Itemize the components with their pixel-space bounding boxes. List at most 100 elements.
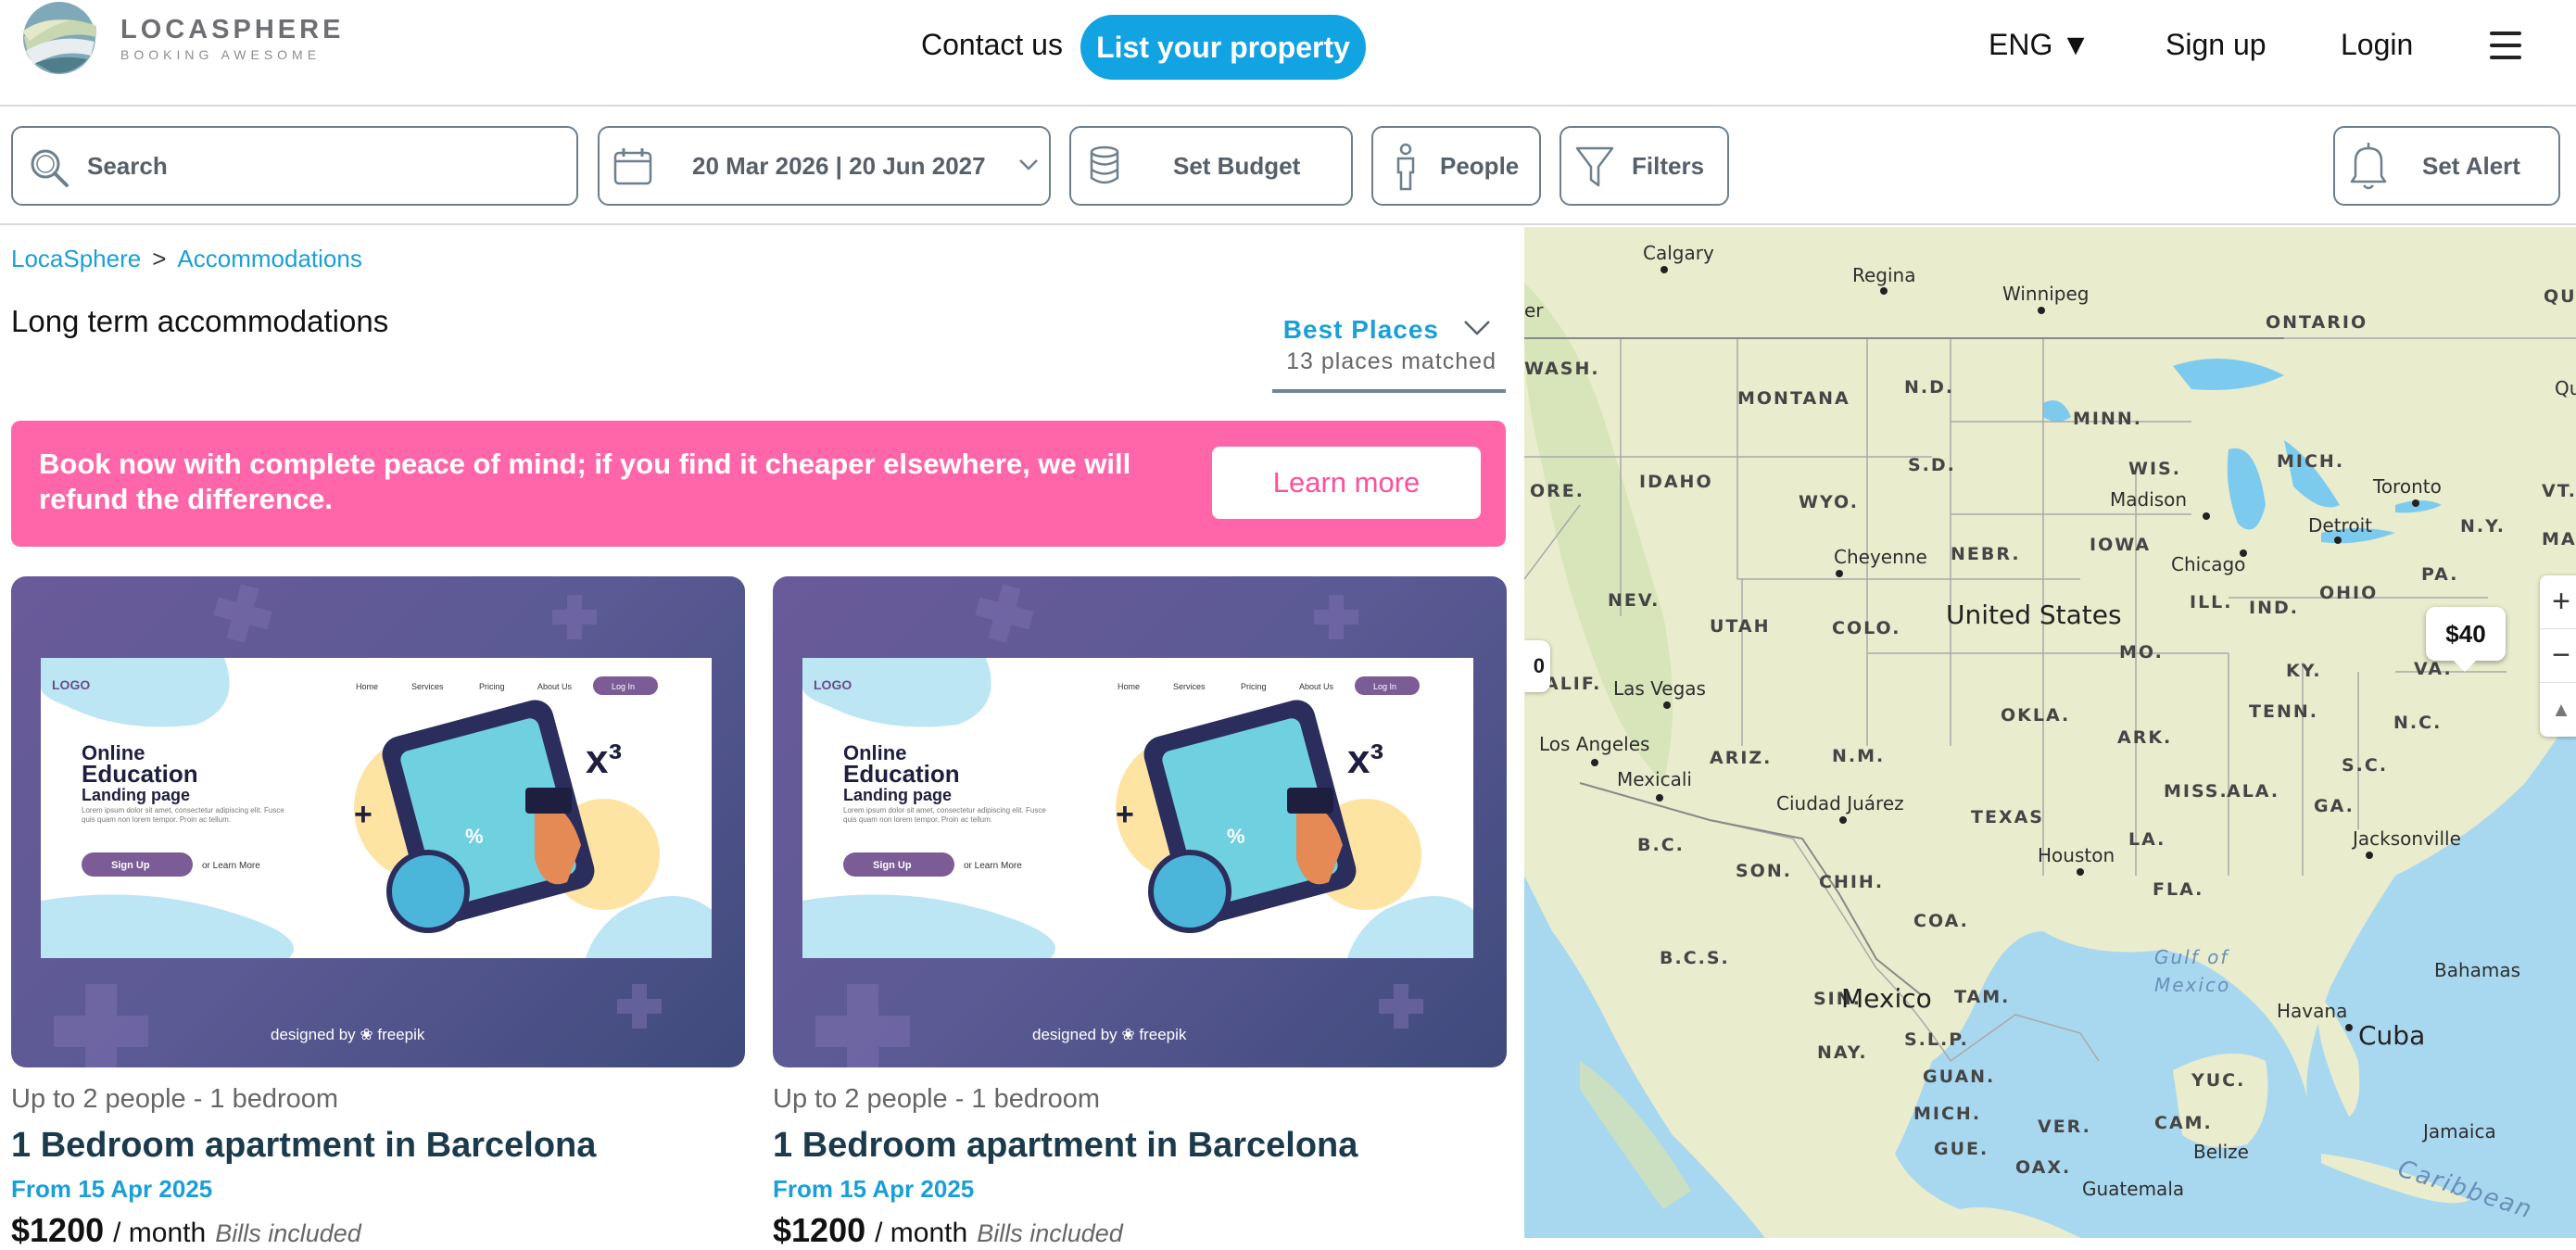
search-icon <box>31 149 69 187</box>
zoom-in-button[interactable]: + <box>2540 575 2576 629</box>
mock-nav-services: Services <box>1173 682 1206 691</box>
map-panel[interactable]: Calgary Regina Winnipeg ONTARIO QUÉ Qu e… <box>1524 227 2576 1238</box>
map-label: IOWA <box>2090 535 2152 555</box>
mock-headline-3: Landing page <box>843 786 952 804</box>
map-label: Qu <box>2555 377 2576 399</box>
zoom-out-button[interactable]: − <box>2540 629 2576 683</box>
city-dot <box>2038 307 2045 314</box>
chevron-down-icon <box>1019 159 1038 170</box>
mock-logo: LOGO <box>814 677 852 692</box>
listing-image[interactable]: x³ + % LOGO Home Services Pricing About … <box>11 576 745 1067</box>
mock-nav-login: Log In <box>612 682 635 691</box>
city-dot <box>2334 537 2342 544</box>
mock-nav-home: Home <box>1118 682 1140 691</box>
alert-label: Set Alert <box>2422 151 2520 180</box>
listing-card[interactable]: x³ + % LOGO Home Services Pricing About … <box>11 576 745 1250</box>
listing-card[interactable]: x³ + % LOGO Home Services Pricing About … <box>773 576 1507 1250</box>
map-label: Havana <box>2277 1000 2348 1022</box>
city-dot <box>1663 701 1671 709</box>
map-label: GUAN. <box>1923 1067 1996 1087</box>
map-label: MISS. <box>2164 781 2229 802</box>
city-dot <box>1656 794 1663 802</box>
map-label: IDAHO <box>1639 472 1713 492</box>
map-label: Toronto <box>2373 475 2442 498</box>
map-label: Belize <box>2193 1141 2249 1163</box>
breadcrumb-accommodations[interactable]: Accommodations <box>177 245 361 272</box>
offscreen-price-pin[interactable]: 0 <box>1524 640 1550 692</box>
map-label: NEV. <box>1608 590 1661 611</box>
login-link[interactable]: Login <box>2341 28 2413 62</box>
map-label: TAM. <box>1954 987 2011 1007</box>
map-label: Jamaica <box>2423 1120 2496 1143</box>
listing-availability: From 15 Apr 2025 <box>11 1175 213 1203</box>
map-label: Houston <box>2038 844 2115 866</box>
price-period: / month <box>113 1218 207 1248</box>
svg-text:+: + <box>1116 797 1134 832</box>
person-icon <box>1396 143 1415 191</box>
mock-nav-pricing: Pricing <box>1241 682 1267 691</box>
listing-title[interactable]: 1 Bedroom apartment in Barcelona <box>11 1126 745 1166</box>
people-button[interactable]: People <box>1371 126 1541 206</box>
learn-more-button[interactable]: Learn more <box>1212 447 1481 519</box>
city-dot <box>1591 759 1598 766</box>
results-count: 13 places matched <box>1286 348 1496 374</box>
filters-label: Filters <box>1632 151 1705 180</box>
image-credit: designed by ❀ freepik <box>1032 1026 1187 1043</box>
listing-price: $1200 / month Bills included <box>11 1211 745 1250</box>
map-price-pin[interactable]: $40 <box>2426 607 2506 672</box>
map-zoom-controls: + − ▲ <box>2540 575 2576 737</box>
city-dot <box>2203 512 2210 520</box>
search-input[interactable] <box>87 151 550 181</box>
calendar-icon <box>613 148 652 185</box>
map-label: ARIZ. <box>1710 748 1773 768</box>
map-label: Detroit <box>2308 514 2372 537</box>
map-label: GUE. <box>1934 1139 1989 1159</box>
set-alert-button[interactable]: Set Alert <box>2333 126 2560 206</box>
search-field[interactable] <box>11 126 578 206</box>
banner-text: Book now with complete peace of mind; if… <box>39 448 1131 515</box>
page-title: Long term accommodations <box>11 304 389 338</box>
sort-label: Best Places <box>1282 315 1439 344</box>
map-label: ALA. <box>2227 781 2280 802</box>
city-dot <box>2240 549 2247 557</box>
contact-us-link[interactable]: Contact us <box>921 28 1063 62</box>
list-property-button[interactable]: List your property <box>1080 15 1366 80</box>
map-label: QUÉ <box>2544 286 2576 307</box>
map-label: TEXAS <box>1971 807 2044 827</box>
map-label: Cuba <box>2358 1020 2426 1051</box>
map-label: NAY. <box>1817 1042 1868 1063</box>
sort-dropdown[interactable]: Best Places 13 places matched <box>1272 309 1506 393</box>
signup-link[interactable]: Sign up <box>2166 28 2267 62</box>
city-dot <box>2412 499 2419 507</box>
map-label: N.M. <box>1832 746 1886 766</box>
filters-button[interactable]: Filters <box>1559 126 1729 206</box>
compass-icon[interactable]: ▲ <box>2540 683 2576 737</box>
listing-image[interactable]: x³ + % LOGO Home Services Pricing About … <box>773 576 1507 1067</box>
map-label: YUC. <box>2191 1070 2246 1091</box>
map-label: N.D. <box>1904 377 1955 398</box>
date-range-picker[interactable]: 20 Mar 2026 | 20 Jun 2027 <box>598 126 1051 206</box>
listing-title[interactable]: 1 Bedroom apartment in Barcelona <box>773 1126 1507 1166</box>
map-label: VA. <box>2414 659 2453 679</box>
map-label: MO. <box>2119 642 2164 663</box>
breadcrumb-home[interactable]: LocaSphere <box>11 245 141 272</box>
mock-headline-2: Education <box>82 760 198 788</box>
city-dot <box>2366 852 2373 859</box>
map-label: Los Angeles <box>1539 733 1650 755</box>
mock-nav-login: Log In <box>1373 682 1396 691</box>
brand-logo[interactable]: LOCASPHERE BOOKING AWESOME <box>15 0 344 76</box>
language-selector[interactable]: ENG ▼ <box>1989 28 2090 62</box>
map-label: Calgary <box>1643 242 1714 264</box>
map-label: NEBR. <box>1951 544 2021 564</box>
map-label: Mexicali <box>1617 768 1692 790</box>
mock-body: Lorem ipsum dolor sit amet, consectetur … <box>843 806 1046 824</box>
hamburger-menu-icon[interactable] <box>2490 32 2521 59</box>
map-label: Ciudad Juárez <box>1776 792 1904 814</box>
listing-thumbnail-illustration: x³ + % LOGO Home Services Pricing About … <box>41 584 712 1067</box>
svg-text:%: % <box>1227 825 1245 848</box>
top-header: LOCASPHERE BOOKING AWESOME Contact us Li… <box>0 0 2576 107</box>
svg-text:%: % <box>465 825 484 848</box>
set-budget-button[interactable]: Set Budget <box>1069 126 1353 206</box>
map-label: IND. <box>2249 598 2299 618</box>
map-label: Mexico <box>2154 974 2231 996</box>
